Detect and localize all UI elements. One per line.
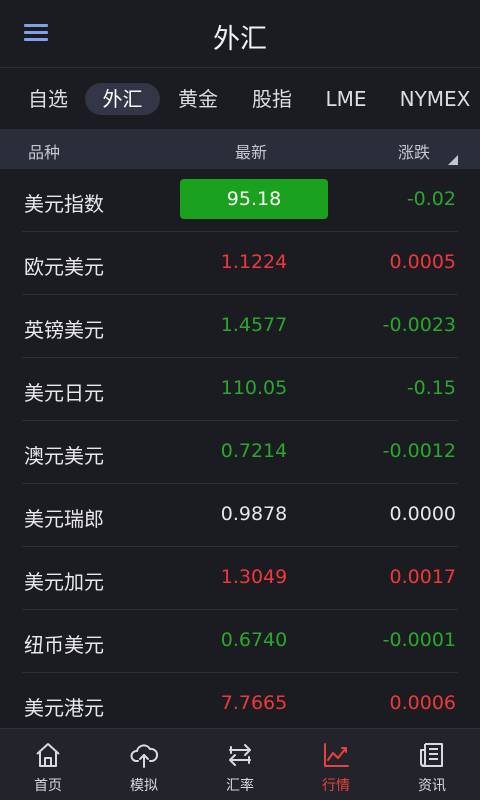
tabbar-market-label: 行情 <box>322 778 350 794</box>
bottom-tab-bar: 首页 模拟 汇率 行情 资讯 <box>0 728 480 800</box>
tab-favorites[interactable]: 自选 <box>20 83 76 115</box>
quote-change: 0.0005 <box>389 251 456 273</box>
tabbar-rate-label: 汇率 <box>226 778 254 794</box>
tabbar-simulate[interactable]: 模拟 <box>96 729 192 800</box>
sort-indicator-icon[interactable] <box>448 155 458 165</box>
quote-name: 美元指数 <box>24 192 104 216</box>
tab-forex[interactable]: 外汇 <box>85 83 160 115</box>
page-title: 外汇 <box>213 24 267 55</box>
quote-row[interactable]: 美元港元 7.7665 0.0006 <box>0 673 480 736</box>
quote-change: -0.02 <box>406 188 456 210</box>
quote-name: 美元港元 <box>24 696 104 720</box>
tabbar-news-label: 资讯 <box>418 778 446 794</box>
column-latest[interactable]: 最新 <box>235 139 267 163</box>
quote-latest: 95.18 <box>180 179 328 219</box>
tabbar-simulate-label: 模拟 <box>130 778 158 794</box>
news-icon <box>420 743 443 767</box>
tabbar-market[interactable]: 行情 <box>288 729 384 800</box>
quote-change: 0.0000 <box>389 503 456 525</box>
cloud-upload-icon <box>130 744 158 768</box>
quote-row[interactable]: 纽币美元 0.6740 -0.0001 <box>0 610 480 673</box>
quote-row[interactable]: 英镑美元 1.4577 -0.0023 <box>0 295 480 358</box>
quote-row[interactable]: 美元瑞郎 0.9878 0.0000 <box>0 484 480 547</box>
quote-name: 澳元美元 <box>24 444 104 468</box>
exchange-icon <box>229 744 251 766</box>
column-name: 品种 <box>28 143 61 162</box>
trend-chart-icon <box>324 743 349 767</box>
quote-latest: 1.3049 <box>220 566 288 588</box>
quote-name: 美元日元 <box>24 381 104 405</box>
quote-row[interactable]: 澳元美元 0.7214 -0.0012 <box>0 421 480 484</box>
quote-change: 0.0006 <box>389 692 456 714</box>
quote-row[interactable]: 美元加元 1.3049 0.0017 <box>0 547 480 610</box>
tab-nymex[interactable]: NYMEX <box>394 83 476 115</box>
quote-row[interactable]: 欧元美元 1.1224 0.0005 <box>0 232 480 295</box>
quote-name: 欧元美元 <box>24 255 104 279</box>
quote-change: -0.0023 <box>382 314 456 336</box>
column-change[interactable]: 涨跌 <box>398 139 430 163</box>
quote-latest: 1.4577 <box>220 314 288 336</box>
top-bar: 外汇 <box>0 0 480 68</box>
quote-latest: 1.1224 <box>220 251 288 273</box>
quote-row[interactable]: 美元日元 110.05 -0.15 <box>0 358 480 421</box>
quote-name: 美元瑞郎 <box>24 507 104 531</box>
category-tabs: 自选 外汇 黄金 股指 LME NYMEX <box>0 69 480 129</box>
quote-change: 0.0017 <box>389 566 456 588</box>
tab-index[interactable]: 股指 <box>244 83 300 115</box>
quote-change: -0.15 <box>406 377 456 399</box>
tabbar-rate[interactable]: 汇率 <box>192 729 288 800</box>
quote-latest: 0.7214 <box>220 440 288 462</box>
quote-latest: 110.05 <box>220 377 288 399</box>
column-header: 品种 最新 涨跌 <box>0 129 480 169</box>
tab-gold[interactable]: 黄金 <box>170 83 226 115</box>
tabbar-news[interactable]: 资讯 <box>384 729 480 800</box>
quote-row[interactable]: 美元指数 95.18 -0.02 <box>0 169 480 232</box>
quote-change: -0.0012 <box>382 440 456 462</box>
tab-lme[interactable]: LME <box>318 83 374 115</box>
tabbar-home-label: 首页 <box>34 778 62 794</box>
quote-name: 纽币美元 <box>24 633 104 657</box>
quote-latest: 0.9878 <box>220 503 288 525</box>
quote-latest: 0.6740 <box>220 629 288 651</box>
quote-change: -0.0001 <box>382 629 456 651</box>
quote-name: 美元加元 <box>24 570 104 594</box>
quote-latest: 7.7665 <box>220 692 288 714</box>
home-icon <box>36 743 60 767</box>
tabbar-home[interactable]: 首页 <box>0 729 96 800</box>
quote-list: 美元指数 95.18 -0.02 欧元美元 1.1224 0.0005 英镑美元 1.4577… <box>0 169 480 736</box>
quote-name: 英镑美元 <box>24 318 104 342</box>
